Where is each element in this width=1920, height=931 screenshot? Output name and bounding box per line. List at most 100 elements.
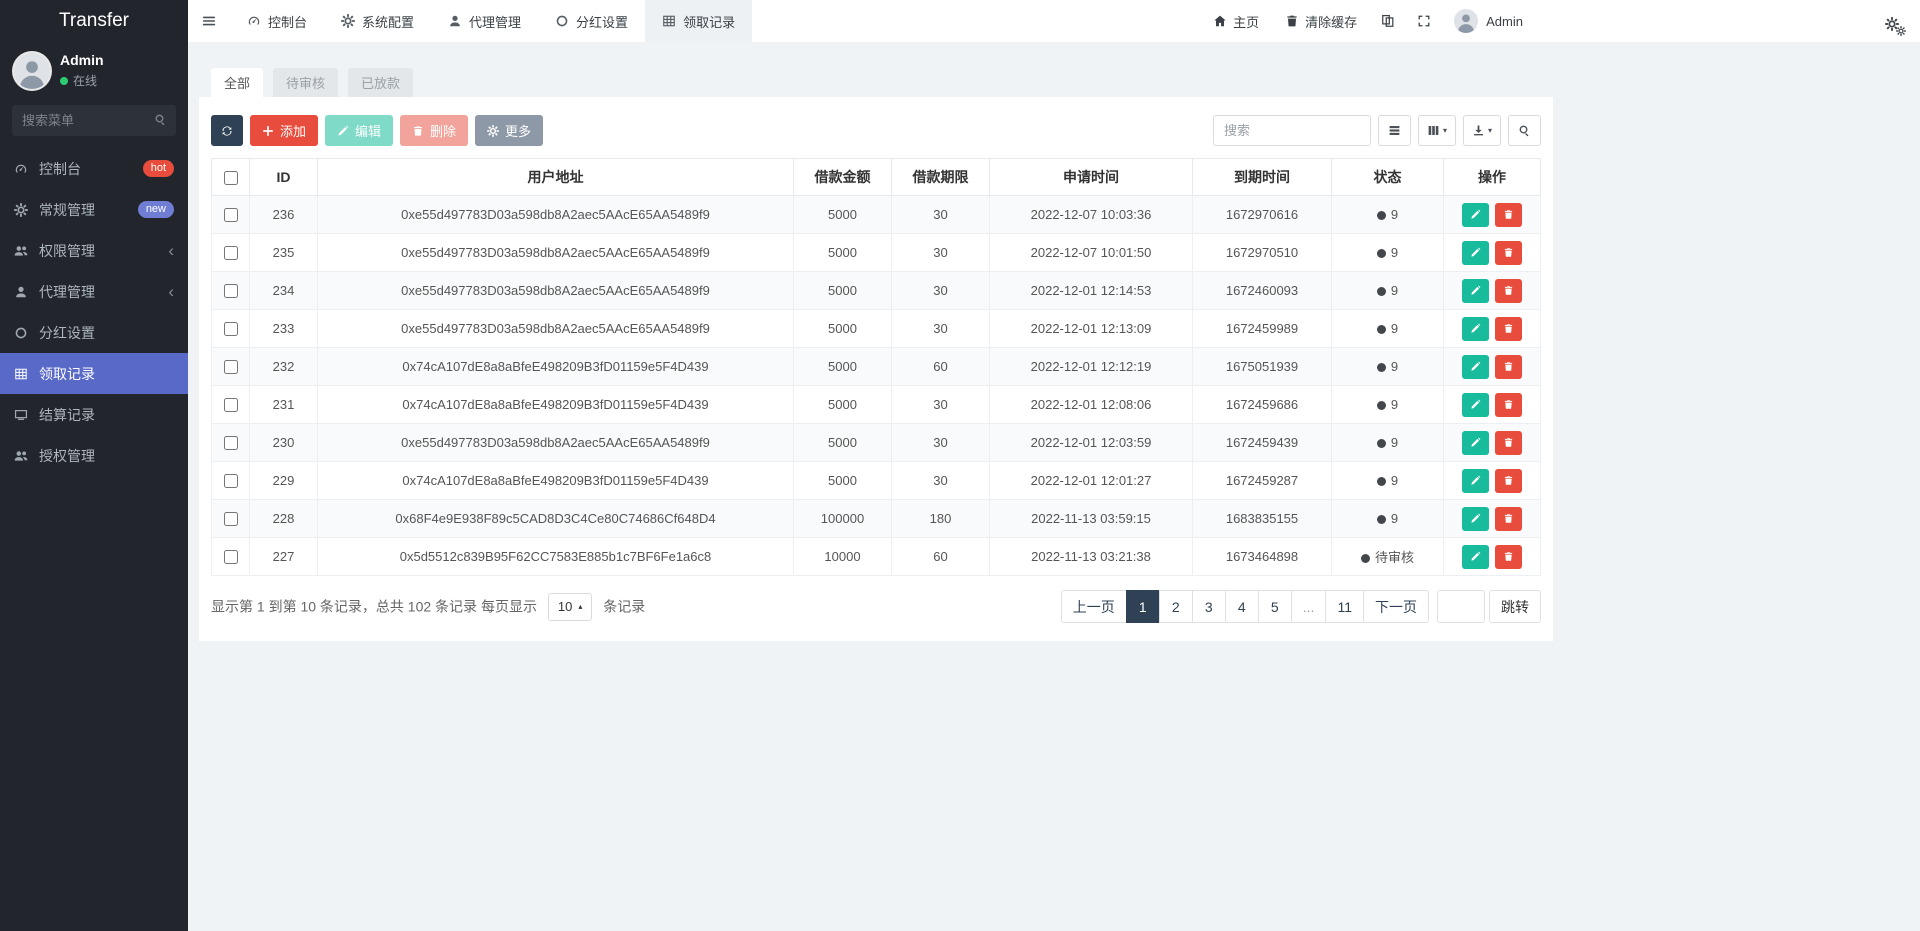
row-delete-button[interactable] [1495,469,1522,493]
row-delete-button[interactable] [1495,317,1522,341]
row-checkbox[interactable] [224,550,238,564]
row-edit-button[interactable] [1462,545,1489,569]
page-next-button[interactable]: 下一页 [1363,590,1429,623]
row-delete-button[interactable] [1495,545,1522,569]
topnav-item[interactable]: 系统配置 [324,0,431,42]
page-button[interactable]: 2 [1159,590,1193,623]
toggle-view-button[interactable] [1378,115,1411,146]
menu-search [12,105,176,136]
column-header[interactable]: 借款金额 [794,159,892,196]
row-edit-button[interactable] [1462,431,1489,455]
table-row[interactable]: 2330xe55d497783D03a598db8A2aec5AAcE65AA5… [212,310,1541,348]
topnav-item[interactable]: 分红设置 [538,0,645,42]
topnav-item[interactable]: 控制台 [230,0,324,42]
row-delete-button[interactable] [1495,507,1522,531]
row-checkbox[interactable] [224,284,238,298]
row-checkbox[interactable] [224,322,238,336]
column-header[interactable]: 借款期限 [892,159,990,196]
page-prev-button[interactable]: 上一页 [1061,590,1127,623]
table-row[interactable]: 2300xe55d497783D03a598db8A2aec5AAcE65AA5… [212,424,1541,462]
sidebar-item[interactable]: 权限管理‹ [0,230,188,271]
page-button[interactable]: 3 [1192,590,1226,623]
sidebar-item[interactable]: 结算记录 [0,394,188,435]
select-all-checkbox[interactable] [224,171,238,185]
sidebar-item[interactable]: 控制台hot [0,148,188,189]
jump-page-input[interactable] [1437,590,1485,623]
hamburger-menu-icon[interactable] [188,0,230,42]
row-checkbox[interactable] [224,474,238,488]
table-row[interactable]: 2340xe55d497783D03a598db8A2aec5AAcE65AA5… [212,272,1541,310]
row-delete-button[interactable] [1495,431,1522,455]
jump-button[interactable]: 跳转 [1489,590,1541,623]
row-checkbox[interactable] [224,512,238,526]
table-search-input[interactable] [1213,115,1371,146]
sidebar-item[interactable]: 授权管理 [0,435,188,476]
search-button[interactable] [1508,115,1541,146]
table-row[interactable]: 2310x74cA107dE8a8aBfeE498209B3fD01159e5F… [212,386,1541,424]
topnav-item[interactable]: 代理管理 [431,0,538,42]
row-edit-button[interactable] [1462,355,1489,379]
table-row[interactable]: 2320x74cA107dE8a8aBfeE498209B3fD01159e5F… [212,348,1541,386]
check-update-button[interactable] [1370,0,1406,42]
table-row[interactable]: 2290x74cA107dE8a8aBfeE498209B3fD01159e5F… [212,462,1541,500]
row-delete-button[interactable] [1495,203,1522,227]
status-dot-icon [1377,477,1386,486]
row-delete-button[interactable] [1495,355,1522,379]
row-edit-button[interactable] [1462,507,1489,531]
table-row[interactable]: 2270x5d5512c839B95F62CC7583E885b1c7BF6Fe… [212,538,1541,576]
row-edit-button[interactable] [1462,469,1489,493]
more-button[interactable]: 更多 [475,115,543,146]
column-header[interactable]: 状态 [1332,159,1444,196]
settings-button[interactable] [1885,7,1920,36]
row-edit-button[interactable] [1462,203,1489,227]
column-header[interactable]: ID [250,159,318,196]
row-delete-button[interactable] [1495,279,1522,303]
sidebar-item[interactable]: 领取记录 [0,353,188,394]
user-profile[interactable]: Admin 在线 [0,42,188,101]
row-delete-button[interactable] [1495,241,1522,265]
sidebar-item[interactable]: 代理管理‹ [0,271,188,312]
refresh-button[interactable] [211,115,243,146]
row-edit-button[interactable] [1462,279,1489,303]
table-row[interactable]: 2280x68F4e9E938F89c5CAD8D3C4Ce80C74686Cf… [212,500,1541,538]
user-menu[interactable]: Admin [1442,0,1535,42]
clear-cache-link[interactable]: 清除缓存 [1272,0,1370,42]
tab[interactable]: 已放款 [348,68,413,97]
add-button[interactable]: 添加 [250,115,318,146]
sidebar: Transfer Admin 在线 控制台hot常规管理new权限管理‹代理管理… [0,0,188,931]
page-button[interactable]: 11 [1325,590,1364,623]
page-button[interactable]: 1 [1126,590,1160,623]
export-button[interactable]: ▾ [1463,115,1501,146]
row-checkbox[interactable] [224,436,238,450]
delete-button[interactable]: 删除 [400,115,468,146]
edit-button[interactable]: 编辑 [325,115,393,146]
sidebar-item[interactable]: 分红设置 [0,312,188,353]
caret-down-icon: ▾ [1488,127,1492,135]
column-header[interactable]: 用户地址 [318,159,794,196]
row-delete-button[interactable] [1495,393,1522,417]
tab[interactable]: 待审核 [273,68,338,97]
row-checkbox[interactable] [224,208,238,222]
column-header[interactable]: 申请时间 [990,159,1193,196]
table-row[interactable]: 2360xe55d497783D03a598db8A2aec5AAcE65AA5… [212,196,1541,234]
page-button[interactable]: 5 [1258,590,1292,623]
page-button[interactable]: 4 [1225,590,1259,623]
column-header[interactable]: 到期时间 [1193,159,1332,196]
home-link[interactable]: 主页 [1200,0,1272,42]
column-header[interactable]: 操作 [1444,159,1541,196]
row-edit-button[interactable] [1462,317,1489,341]
cell-term: 30 [892,462,990,500]
tab[interactable]: 全部 [211,68,263,97]
topnav-item[interactable]: 领取记录 [645,0,752,42]
row-checkbox[interactable] [224,246,238,260]
fullscreen-button[interactable] [1406,0,1442,42]
sidebar-item[interactable]: 常规管理new [0,189,188,230]
menu-search-input[interactable] [12,105,176,136]
row-checkbox[interactable] [224,398,238,412]
row-checkbox[interactable] [224,360,238,374]
table-row[interactable]: 2350xe55d497783D03a598db8A2aec5AAcE65AA5… [212,234,1541,272]
row-edit-button[interactable] [1462,393,1489,417]
page-size-select[interactable]: 10 ▴ [548,593,592,621]
columns-button[interactable]: ▾ [1418,115,1456,146]
row-edit-button[interactable] [1462,241,1489,265]
